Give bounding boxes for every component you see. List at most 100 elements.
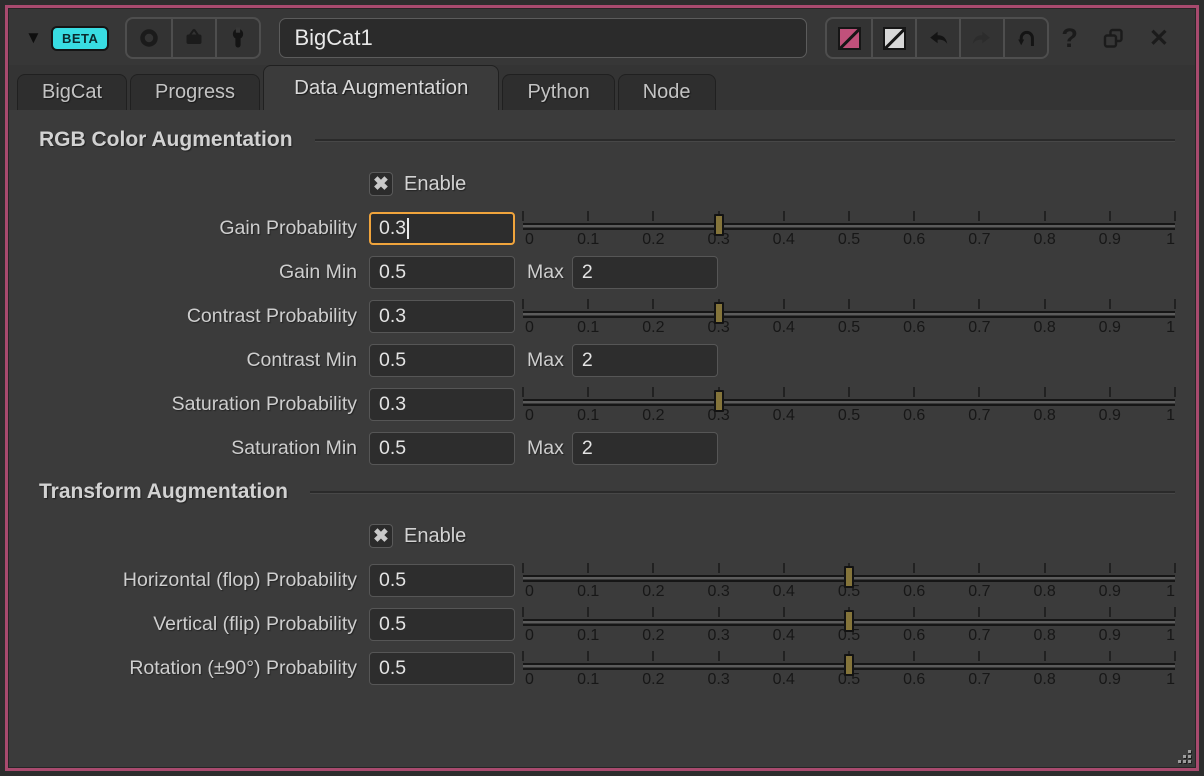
slider-tick — [978, 299, 980, 309]
slider-tick-label: 0.2 — [642, 627, 664, 645]
slider-handle[interactable] — [714, 214, 724, 236]
slider-tick — [783, 607, 785, 617]
field-value: 0.5 — [379, 569, 406, 592]
tab-node[interactable]: Node — [618, 74, 716, 110]
slider-tick — [913, 607, 915, 617]
wrench-button[interactable] — [215, 19, 259, 57]
slider-tick-label: 1 — [1166, 407, 1175, 425]
saturation-probability-label: Saturation Probability — [39, 393, 369, 416]
data-augmentation-panel: RGB Color Augmentation ✖ Enable Gain Pro… — [9, 110, 1195, 767]
tab-data-augmentation[interactable]: Data Augmentation — [263, 65, 499, 110]
slider-tick-label: 0.5 — [838, 231, 860, 249]
contrast-probability-slider[interactable]: 00.10.20.30.40.50.60.70.80.91 — [523, 294, 1175, 338]
slider-handle[interactable] — [844, 566, 854, 588]
gain-probability-input[interactable]: 0.3 — [369, 212, 515, 245]
slider-tick-label: 0.9 — [1099, 583, 1121, 601]
rgb-enable-checkbox[interactable]: ✖ — [369, 172, 393, 196]
slider-tick — [848, 299, 850, 309]
gain-max-input[interactable]: 2 — [572, 256, 718, 289]
rotation-input[interactable]: 0.5 — [369, 652, 515, 685]
field-value: 0.3 — [379, 393, 406, 416]
saturation-max-input[interactable]: 2 — [572, 432, 718, 465]
field-value: 0.3 — [379, 217, 406, 240]
slider-tick-label: 0.6 — [903, 583, 925, 601]
slider-tick-label: 0.9 — [1099, 407, 1121, 425]
slider-handle[interactable] — [714, 390, 724, 412]
tab-bigcat[interactable]: BigCat — [17, 74, 127, 110]
slider-tick — [913, 211, 915, 221]
contrast-min-input[interactable]: 0.5 — [369, 344, 515, 377]
slider-tick-label: 0.9 — [1099, 627, 1121, 645]
slider-track[interactable] — [523, 311, 1175, 318]
slider-track[interactable] — [523, 223, 1175, 230]
slider-tick-label: 0.6 — [903, 627, 925, 645]
horizontal-flop-input[interactable]: 0.5 — [369, 564, 515, 597]
slider-tick-label: 0.7 — [968, 671, 990, 689]
section-divider — [310, 491, 1175, 494]
checkbox-check-icon: ✖ — [373, 527, 389, 546]
slider-tick-label: 0 — [525, 583, 534, 601]
rgb-section-header: RGB Color Augmentation — [39, 118, 1175, 162]
slider-tick — [1174, 563, 1176, 573]
slider-tick — [522, 211, 524, 221]
slider-tick-label: 0.7 — [968, 583, 990, 601]
slider-handle[interactable] — [844, 654, 854, 676]
slider-tick-label: 0.8 — [1033, 231, 1055, 249]
center-node-button[interactable] — [127, 19, 171, 57]
section-divider — [315, 139, 1175, 142]
beta-badge: BETA — [51, 26, 109, 51]
horizontal-flop-slider[interactable]: 00.10.20.30.40.50.60.70.80.91 — [523, 558, 1175, 602]
slider-tick-label: 0.6 — [903, 407, 925, 425]
slider-tick-label: 0.3 — [707, 671, 729, 689]
slider-tick — [1044, 299, 1046, 309]
slider-tick-label: 0.5 — [838, 319, 860, 337]
node-color-swatch-button[interactable] — [827, 19, 871, 57]
undo-button[interactable] — [915, 19, 959, 57]
float-window-button[interactable] — [1102, 27, 1125, 50]
resize-grip[interactable] — [1176, 748, 1192, 764]
slider-tick — [1044, 563, 1046, 573]
slider-track[interactable] — [523, 399, 1175, 406]
revert-button[interactable] — [1003, 19, 1047, 57]
contrast-probability-input[interactable]: 0.3 — [369, 300, 515, 333]
field-value: 2 — [582, 349, 593, 372]
transform-enable-checkbox[interactable]: ✖ — [369, 524, 393, 548]
slider-tick — [978, 607, 980, 617]
slider-tick-label: 0.8 — [1033, 319, 1055, 337]
help-button[interactable]: ? — [1061, 23, 1078, 54]
vertical-flip-input[interactable]: 0.5 — [369, 608, 515, 641]
tab-progress[interactable]: Progress — [130, 74, 260, 110]
horizontal-flop-row: Horizontal (flop) Probability 0.5 00.10.… — [39, 558, 1175, 602]
field-value: 0.5 — [379, 657, 406, 680]
slider-tick-label: 1 — [1166, 627, 1175, 645]
redo-button[interactable] — [959, 19, 1003, 57]
gain-min-input[interactable]: 0.5 — [369, 256, 515, 289]
slider-handle[interactable] — [714, 302, 724, 324]
saturation-probability-input[interactable]: 0.3 — [369, 388, 515, 421]
field-value: 0.5 — [379, 349, 406, 372]
properties-panel: ▼ BETA — [9, 9, 1195, 767]
slider-tick — [978, 651, 980, 661]
gl-color-swatch-button[interactable] — [871, 19, 915, 57]
slider-tick — [587, 299, 589, 309]
vertical-flip-slider[interactable]: 00.10.20.30.40.50.60.70.80.91 — [523, 602, 1175, 646]
collapse-triangle-icon[interactable]: ▼ — [25, 28, 51, 48]
slider-tick — [652, 387, 654, 397]
slider-tick — [783, 211, 785, 221]
slider-tick — [1174, 211, 1176, 221]
saturation-probability-slider[interactable]: 00.10.20.30.40.50.60.70.80.91 — [523, 382, 1175, 426]
tab-python[interactable]: Python — [502, 74, 614, 110]
gain-probability-slider[interactable]: 00.10.20.30.40.50.60.70.80.91 — [523, 206, 1175, 250]
slider-tick-label: 1 — [1166, 671, 1175, 689]
saturation-probability-row: Saturation Probability 0.3 00.10.20.30.4… — [39, 382, 1175, 426]
close-button[interactable]: ✕ — [1149, 24, 1169, 53]
slider-tick-label: 0 — [525, 627, 534, 645]
rotation-slider[interactable]: 00.10.20.30.40.50.60.70.80.91 — [523, 646, 1175, 690]
node-name-input[interactable] — [279, 18, 807, 58]
slider-handle[interactable] — [844, 610, 854, 632]
saturation-min-input[interactable]: 0.5 — [369, 432, 515, 465]
monitor-button[interactable] — [171, 19, 215, 57]
contrast-max-input[interactable]: 2 — [572, 344, 718, 377]
slider-tick-label: 0 — [525, 407, 534, 425]
tab-bar: BigCat Progress Data Augmentation Python… — [9, 65, 1195, 110]
